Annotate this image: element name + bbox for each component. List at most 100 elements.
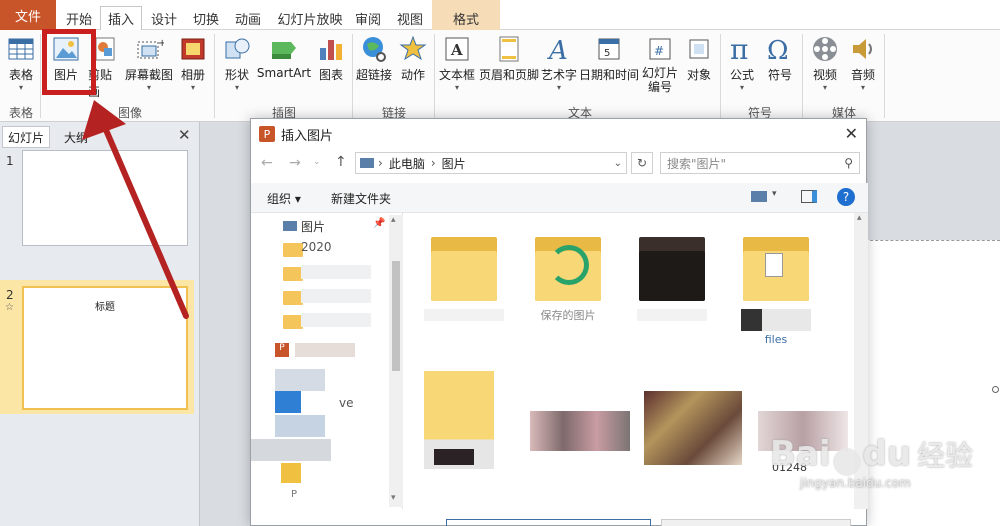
slide-thumbnail-2[interactable]: 标题 [22,286,188,410]
scroll-down-icon[interactable]: ▾ [391,493,396,503]
tab-format[interactable]: 格式 [440,6,492,30]
image-thumbnail[interactable] [530,411,630,451]
header-footer-label: 页眉和页脚 [478,68,539,82]
tab-design[interactable]: 设计 [146,6,182,30]
address-bar[interactable]: › 此电脑 › 图片 ⌄ [355,152,627,174]
new-folder-button[interactable]: 新建文件夹 [331,190,391,207]
organize-button[interactable]: 组织 ▾ [267,190,301,207]
folder-item[interactable] [624,231,720,321]
slide-thumbnail-1[interactable] [22,150,188,246]
preview-pane-icon[interactable] [801,190,817,203]
breadcrumb-pictures[interactable]: 图片 [442,155,466,172]
shapes-icon [225,38,250,59]
image-thumbnail[interactable] [644,391,742,465]
tab-slides[interactable]: 幻灯片 [2,126,50,148]
shapes-button[interactable]: 形状 ▾ [220,34,254,93]
video-button[interactable]: 视频 ▾ [806,34,844,93]
smartart-button[interactable]: SmartArt [256,34,312,80]
disc-preview [549,245,589,285]
hyperlink-button[interactable]: 超链接 [356,34,392,83]
tab-home[interactable]: 开始 [60,6,98,30]
nav-item-2020[interactable]: 2020 [301,237,332,257]
wordart-button[interactable]: A 艺术字 ▾ [540,34,578,93]
blurred-item [275,369,325,391]
powerpoint-window: 文件 开始 插入 设计 切换 动画 幻灯片放映 审阅 视图 格式 表格 ▾ 图片… [0,0,1000,526]
screenshot-button[interactable]: + 屏幕截图 ▾ [124,34,174,93]
chevron-down-icon[interactable]: ⌄ [313,157,321,167]
nav-item-onedrive[interactable]: ve [339,393,353,413]
highlight-box [42,29,96,95]
scrollbar-thumb[interactable] [392,261,400,371]
datetime-button[interactable]: 5 日期和时间 [578,34,640,83]
forward-arrow-icon[interactable]: → [289,155,301,171]
svg-text:+: + [158,38,164,49]
nav-item-pictures[interactable]: 图片 [301,216,325,236]
wordart-label: 艺术字 [540,68,577,82]
textbox-icon: A [445,37,469,61]
equation-button[interactable]: π 公式 ▾ [724,34,760,93]
scroll-up-icon[interactable]: ▴ [391,215,396,225]
object-button[interactable]: 对象 [682,34,716,83]
screenshot-label: 屏幕截图 [124,68,173,82]
close-icon[interactable]: ✕ [178,126,191,144]
back-arrow-icon[interactable]: ← [261,155,273,171]
tab-file[interactable]: 文件 [0,0,56,30]
folder-label: files [764,333,788,346]
symbol-label: 符号 [767,68,792,82]
tab-insert[interactable]: 插入 [100,6,142,30]
organize-label: 组织 [267,192,292,206]
search-input[interactable]: 搜索"图片" ⚲ [660,152,860,174]
chart-button[interactable]: 图表 [314,34,348,83]
chevron-right-icon: › [378,156,383,170]
folder-icon [743,231,809,301]
slide-number-label-1: 幻灯片 [641,66,678,80]
album-button[interactable]: 相册 ▾ [176,34,210,93]
folder-icon [639,231,705,301]
close-icon[interactable]: ✕ [845,124,858,143]
folder-item[interactable]: 保存的图片 [520,231,616,323]
breadcrumb-this-pc[interactable]: 此电脑 [389,155,425,172]
star-icon: ☆ [5,302,14,313]
document-preview [765,253,783,277]
tab-slideshow[interactable]: 幻灯片放映 [272,6,348,30]
divider [40,34,41,118]
tab-transitions[interactable]: 切换 [188,6,224,30]
nav-scrollbar[interactable]: ▴ ▾ [389,215,403,507]
action-label: 动作 [400,68,425,82]
paw-icon [832,447,861,476]
tab-outline[interactable]: 大纲 [56,126,96,148]
resize-handle[interactable] [992,386,999,393]
image-thumbnail[interactable] [424,371,494,469]
search-placeholder: 搜索"图片" [667,156,727,171]
speaker-icon [853,39,872,59]
table-button[interactable]: 表格 ▾ [4,34,38,93]
filename-input[interactable] [446,519,651,526]
tab-view[interactable]: 视图 [392,6,428,30]
tab-review[interactable]: 审阅 [350,6,386,30]
photo-album-icon [181,38,205,60]
folder-item[interactable] [416,231,512,321]
chevron-down-icon: ▾ [234,83,239,92]
action-button[interactable]: 动作 [396,34,430,83]
scroll-up-icon[interactable]: ▴ [857,213,862,223]
chevron-down-icon: ▾ [18,83,23,92]
refresh-icon[interactable]: ↻ [631,152,653,174]
folder-item[interactable]: files [728,231,824,346]
chevron-down-icon[interactable]: ⌄ [614,158,622,169]
svg-text:A: A [547,36,568,64]
symbol-button[interactable]: Ω 符号 [762,34,798,83]
header-footer-button[interactable]: 页眉和页脚 [478,34,540,83]
slide-number-button[interactable]: # 幻灯片 编号 [640,34,680,94]
help-icon[interactable]: ? [837,188,855,206]
up-arrow-icon[interactable]: ↑ [335,154,347,170]
nav-item-p[interactable]: P [291,489,297,500]
textbox-button[interactable]: A 文本框 ▾ [438,34,476,93]
blurred-item [275,415,325,437]
chevron-down-icon[interactable]: ▾ [772,189,777,199]
dialog-toolbar: 组织 ▾ 新建文件夹 ▾ ? [251,183,868,213]
view-icon[interactable] [751,191,767,202]
tab-animations[interactable]: 动画 [230,6,266,30]
audio-button[interactable]: 音频 ▾ [846,34,880,93]
blurred-label [301,313,371,327]
chevron-down-icon: ▾ [454,83,459,92]
